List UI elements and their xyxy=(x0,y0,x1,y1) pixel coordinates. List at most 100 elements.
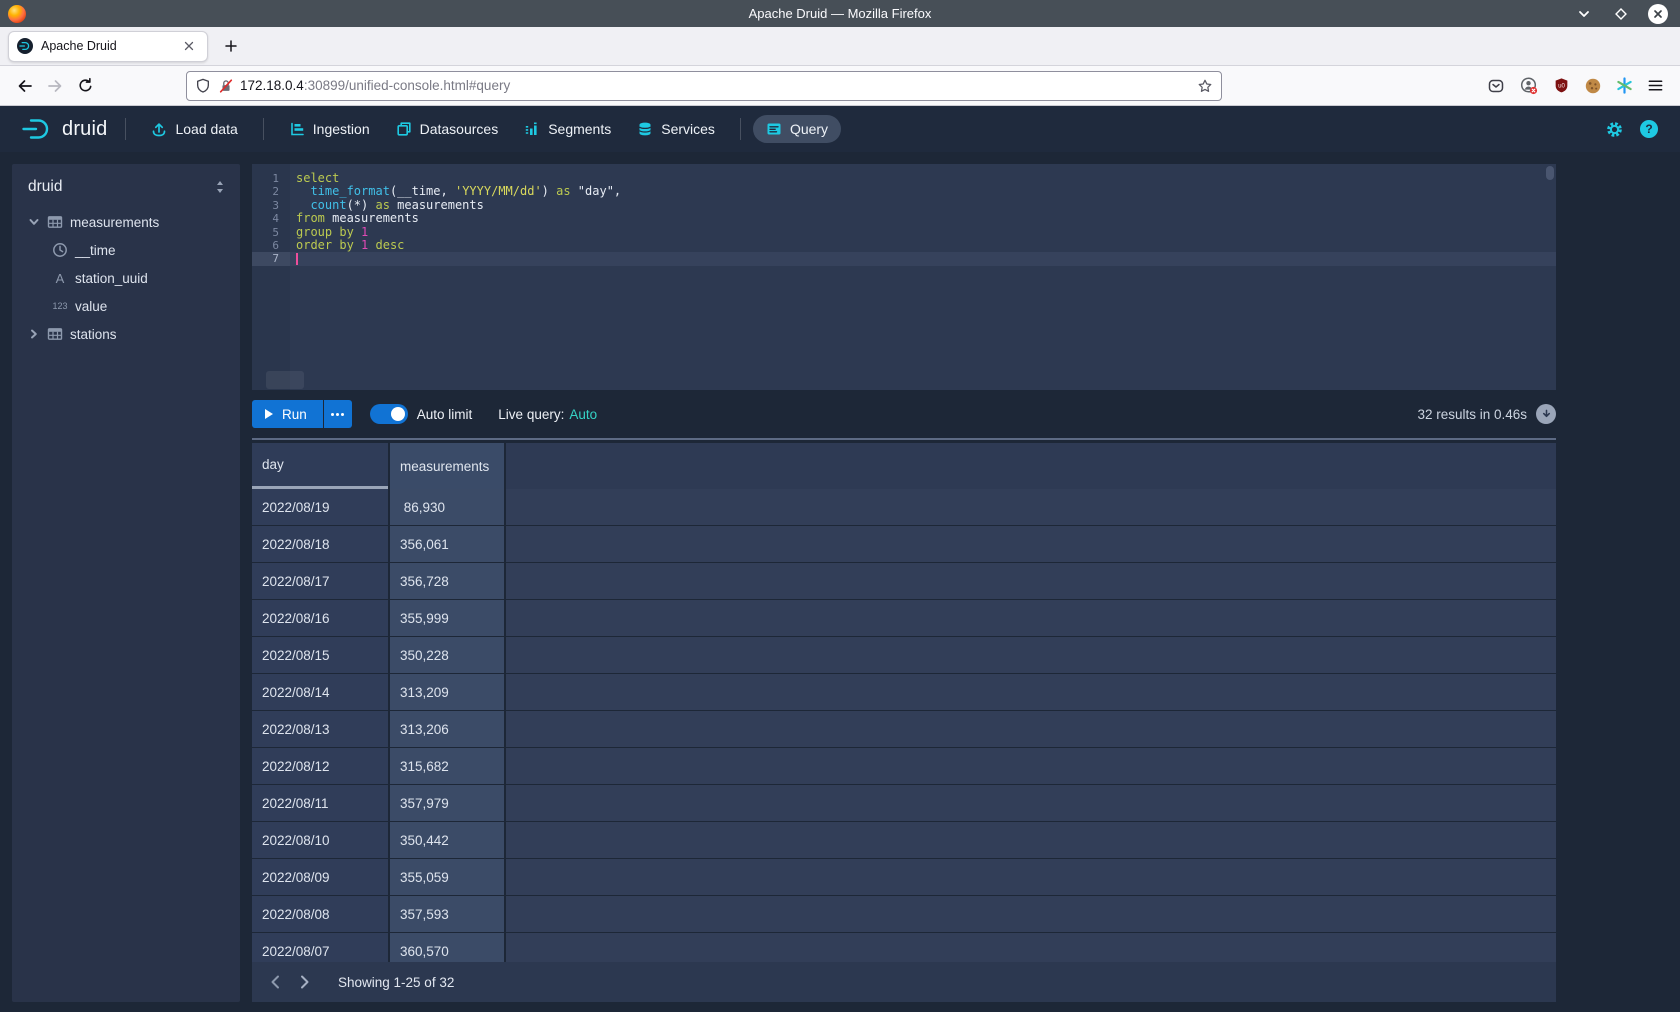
asterisk-extension-icon[interactable] xyxy=(1616,77,1633,94)
cell-measurements[interactable]: 313,209 xyxy=(390,674,504,710)
auto-limit-toggle[interactable] xyxy=(370,404,408,424)
tree-item-stations[interactable]: stations xyxy=(12,320,240,348)
cell-day[interactable]: 2022/08/10 xyxy=(252,822,388,858)
cell-day[interactable]: 2022/08/14 xyxy=(252,674,388,710)
url-input[interactable]: 172.18.0.4:30899/unified-console.html#qu… xyxy=(240,78,1197,93)
help-icon[interactable]: ? xyxy=(1640,120,1658,138)
run-more-options-button[interactable] xyxy=(324,400,352,428)
editor-line-1[interactable]: 1select xyxy=(252,172,1556,185)
cell-measurements[interactable]: 355,059 xyxy=(390,859,504,895)
shield-icon[interactable] xyxy=(195,78,211,94)
cell-day[interactable]: 2022/08/09 xyxy=(252,859,388,895)
cell-measurements[interactable]: 356,728 xyxy=(390,563,504,599)
datasources-icon xyxy=(396,121,412,137)
nav-item-segments[interactable]: Segments xyxy=(511,115,624,143)
table-row: 2022/08/13313,206 xyxy=(252,711,1556,747)
cell-day[interactable]: 2022/08/16 xyxy=(252,600,388,636)
back-button-icon[interactable] xyxy=(10,71,40,101)
sql-editor[interactable]: 1select2 time_format(__time, 'YYYY/MM/dd… xyxy=(252,164,1556,390)
tab-close-icon[interactable] xyxy=(179,36,199,56)
account-profile-icon[interactable] xyxy=(1519,76,1539,96)
next-page-icon[interactable] xyxy=(290,967,320,997)
row-filler xyxy=(506,933,1556,962)
double-caret-vertical-icon[interactable] xyxy=(214,180,226,194)
cell-measurements[interactable]: 350,442 xyxy=(390,822,504,858)
nav-item-load-data[interactable]: Load data xyxy=(138,115,250,143)
editor-line-7[interactable]: 7 xyxy=(252,252,1556,265)
editor-line-number: 1 xyxy=(252,172,290,185)
editor-horizontal-scrollbar[interactable] xyxy=(266,371,304,389)
table-row: 2022/08/09355,059 xyxy=(252,859,1556,895)
editor-line-6[interactable]: 6order by 1 desc xyxy=(252,239,1556,252)
cell-measurements[interactable]: 360,570 xyxy=(390,933,504,962)
cell-measurements[interactable]: 356,061 xyxy=(390,526,504,562)
cell-day[interactable]: 2022/08/08 xyxy=(252,896,388,932)
download-results-icon[interactable] xyxy=(1536,404,1556,424)
pocket-icon[interactable] xyxy=(1487,77,1505,95)
tree-item--time[interactable]: __time xyxy=(12,236,240,264)
forward-button-icon[interactable] xyxy=(40,71,70,101)
live-query-value-link[interactable]: Auto xyxy=(569,407,597,422)
reload-button-icon[interactable] xyxy=(70,71,100,101)
cookie-extension-icon[interactable] xyxy=(1584,77,1602,95)
window-maximize-icon[interactable] xyxy=(1611,4,1631,24)
tree-item-station-uuid[interactable]: Astation_uuid xyxy=(12,264,240,292)
menu-hamburger-icon[interactable] xyxy=(1647,77,1664,94)
auto-limit-label[interactable]: Auto limit xyxy=(417,407,473,422)
editor-line-number: 6 xyxy=(252,239,290,252)
results-table: daymeasurements 2022/08/19 86,9302022/08… xyxy=(252,438,1556,962)
editor-line-code: from measurements xyxy=(290,212,1556,225)
cell-day[interactable]: 2022/08/13 xyxy=(252,711,388,747)
table-header-filler xyxy=(506,443,1556,489)
cell-day[interactable]: 2022/08/12 xyxy=(252,748,388,784)
insecure-lock-icon[interactable] xyxy=(218,78,234,94)
window-title: Apache Druid — Mozilla Firefox xyxy=(0,6,1680,21)
nav-item-query[interactable]: Query xyxy=(753,115,841,143)
druid-logo[interactable]: druid xyxy=(14,116,113,142)
nav-item-services[interactable]: Services xyxy=(624,115,728,143)
editor-line-code: time_format(__time, 'YYYY/MM/dd') as "da… xyxy=(290,185,1556,198)
text-cursor xyxy=(296,253,298,265)
settings-gear-icon[interactable] xyxy=(1605,120,1624,139)
url-host: 172.18.0.4 xyxy=(240,78,304,93)
cell-day[interactable]: 2022/08/19 xyxy=(252,489,388,525)
cell-day[interactable]: 2022/08/17 xyxy=(252,563,388,599)
previous-page-icon[interactable] xyxy=(260,967,290,997)
live-query-label: Live query: xyxy=(498,407,564,422)
nav-item-ingestion[interactable]: Ingestion xyxy=(276,115,383,143)
tree-item-label: measurements xyxy=(70,215,159,230)
column-header-day[interactable]: day xyxy=(252,443,388,489)
editor-line-2[interactable]: 2 time_format(__time, 'YYYY/MM/dd') as "… xyxy=(252,185,1556,198)
chevron-down-icon[interactable] xyxy=(28,216,40,228)
cell-measurements[interactable]: 315,682 xyxy=(390,748,504,784)
cell-measurements[interactable]: 313,206 xyxy=(390,711,504,747)
nav-item-datasources[interactable]: Datasources xyxy=(383,115,512,143)
cell-measurements[interactable]: 350,228 xyxy=(390,637,504,673)
tree-item-measurements[interactable]: measurements xyxy=(12,208,240,236)
url-bar[interactable]: 172.18.0.4:30899/unified-console.html#qu… xyxy=(186,71,1222,101)
editor-line-4[interactable]: 4from measurements xyxy=(252,212,1556,225)
cell-measurements[interactable]: 355,999 xyxy=(390,600,504,636)
segments-icon xyxy=(524,121,540,137)
cell-day[interactable]: 2022/08/07 xyxy=(252,933,388,962)
cell-measurements[interactable]: 86,930 xyxy=(390,489,504,525)
window-minimize-icon[interactable] xyxy=(1574,4,1594,24)
table-row: 2022/08/19 86,930 xyxy=(252,489,1556,525)
cell-measurements[interactable]: 357,593 xyxy=(390,896,504,932)
new-tab-button[interactable] xyxy=(216,31,246,61)
column-header-measurements[interactable]: measurements xyxy=(390,443,504,489)
cell-measurements[interactable]: 357,979 xyxy=(390,785,504,821)
cell-day[interactable]: 2022/08/18 xyxy=(252,526,388,562)
chevron-right-icon[interactable] xyxy=(28,328,40,340)
cell-day[interactable]: 2022/08/11 xyxy=(252,785,388,821)
bookmark-star-icon[interactable] xyxy=(1197,78,1213,94)
editor-line-5[interactable]: 5group by 1 xyxy=(252,226,1556,239)
editor-line-3[interactable]: 3 count(*) as measurements xyxy=(252,199,1556,212)
cell-day[interactable]: 2022/08/15 xyxy=(252,637,388,673)
tree-item-value[interactable]: 123value xyxy=(12,292,240,320)
ublock-origin-icon[interactable]: u0 xyxy=(1553,77,1570,94)
table-row: 2022/08/12315,682 xyxy=(252,748,1556,784)
run-button[interactable]: Run xyxy=(252,400,323,428)
browser-tab-apache-druid[interactable]: Apache Druid xyxy=(8,31,208,62)
window-close-icon[interactable] xyxy=(1648,4,1668,24)
